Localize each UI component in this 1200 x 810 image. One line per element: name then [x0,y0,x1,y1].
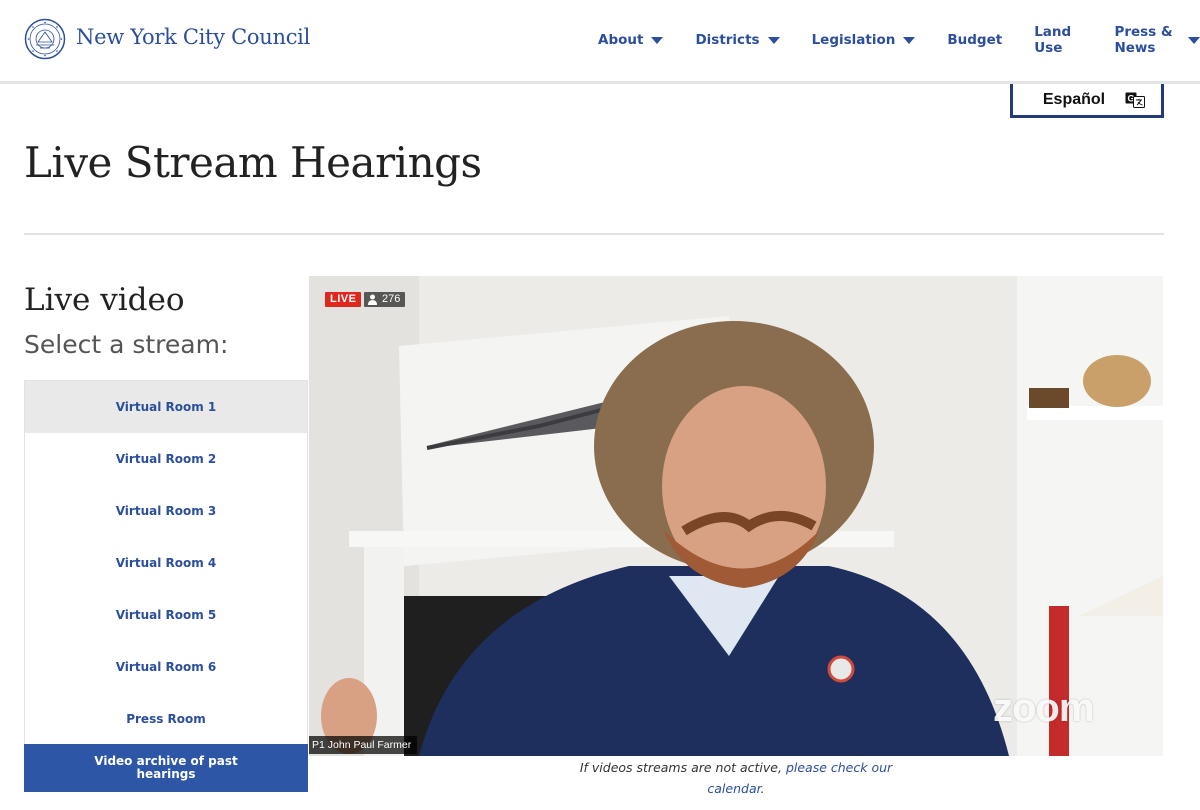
stream-item-virtual-room-5[interactable]: Virtual Room 5 [25,589,307,641]
stream-item-virtual-room-2[interactable]: Virtual Room 2 [25,433,307,485]
viewer-count-badge: 276 [364,292,406,307]
caret-down-icon [1188,36,1200,44]
stream-list: Virtual Room 1 Virtual Room 2 Virtual Ro… [24,380,308,745]
language-toggle-button[interactable]: Español G [1010,84,1164,118]
site-logo-text[interactable]: New York City Council [76,25,310,49]
language-label: Español [1042,90,1106,108]
caret-down-icon [903,36,916,44]
video-player[interactable]: LIVE 276 zoom P1 John Paul Farmer [309,276,1163,756]
zoom-watermark: zoom [993,686,1094,730]
translate-icon: G [1125,92,1146,108]
nav-label: Legislation [811,32,896,48]
speaker-name-tag: P1 John Paul Farmer [309,736,418,754]
nav-label: Districts [695,32,760,48]
video-archive-button[interactable]: Video archive of past hearings [24,744,308,792]
caption-suffix: . [760,781,765,796]
select-stream-heading: Select a stream: [24,330,229,359]
caption-text: If videos streams are not active, [579,760,782,775]
stream-item-press-room[interactable]: Press Room [25,693,307,745]
nav-label: Press & News [1114,24,1173,56]
person-icon [368,294,377,305]
stream-item-virtual-room-6[interactable]: Virtual Room 6 [25,641,307,693]
video-frame [309,276,1163,756]
nav-item-budget[interactable]: Budget [947,31,1002,49]
nav-item-about[interactable]: About [598,31,664,49]
caret-down-icon [651,36,664,44]
caret-down-icon [767,36,780,44]
main-nav: About Districts Legislation Budget Land … [598,24,1200,56]
stream-item-virtual-room-3[interactable]: Virtual Room 3 [25,485,307,537]
live-video-heading: Live video [24,282,185,318]
viewer-count: 276 [382,293,401,305]
stream-item-virtual-room-1[interactable]: Virtual Room 1 [25,381,307,433]
live-badge: LIVE [325,292,362,307]
stream-item-virtual-room-4[interactable]: Virtual Room 4 [25,537,307,589]
city-seal-icon[interactable] [24,18,66,60]
video-caption: If videos streams are not active, please… [560,757,912,799]
site-header: New York City Council About Districts Le… [0,0,1200,84]
nav-item-land-use[interactable]: Land Use [1034,24,1082,56]
nav-label: About [598,32,644,48]
nav-label: Land Use [1034,24,1072,56]
nav-item-press-news[interactable]: Press & News [1114,24,1200,56]
nav-item-districts[interactable]: Districts [695,31,780,49]
title-divider [24,233,1164,235]
page-title: Live Stream Hearings [24,138,482,187]
nav-item-legislation[interactable]: Legislation [812,31,916,49]
nav-label: Budget [947,32,1003,48]
